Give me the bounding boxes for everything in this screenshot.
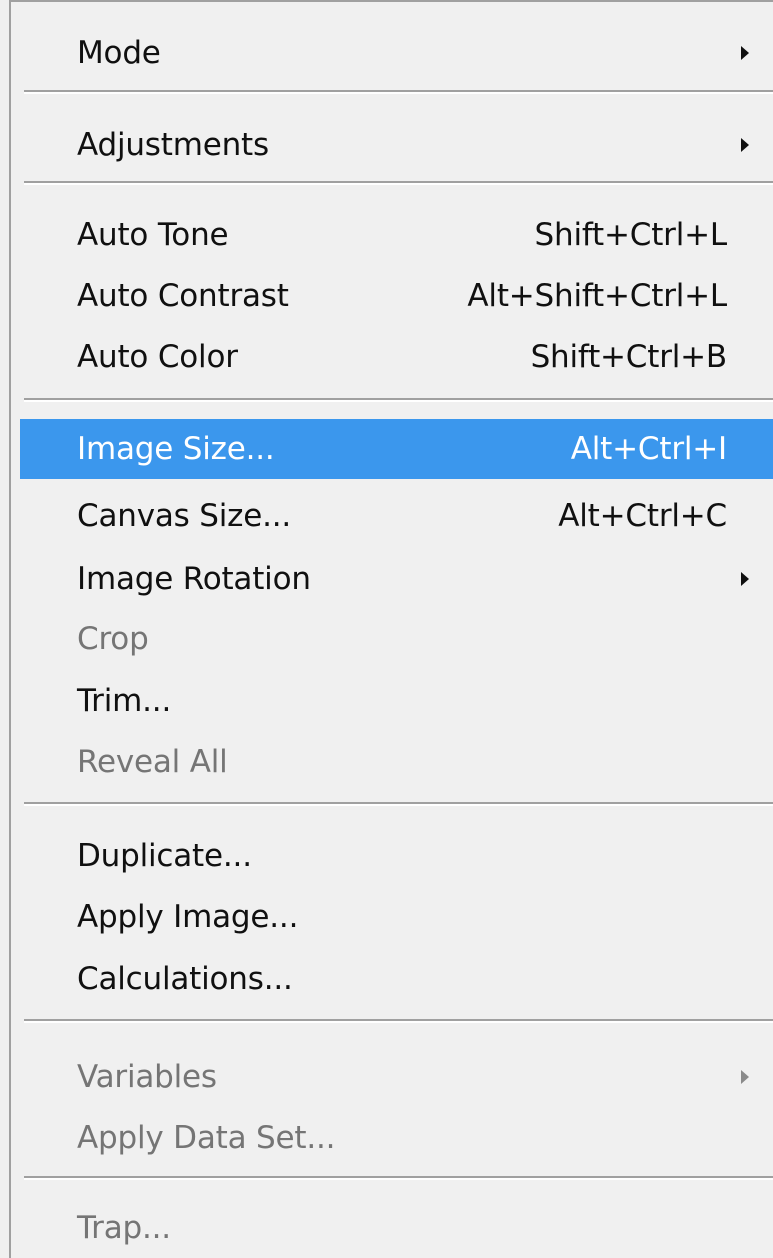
menu-item-trap: Trap... (20, 1198, 773, 1258)
menu-item-shortcut: Alt+Ctrl+I (570, 431, 727, 467)
menu-item-canvas-size[interactable]: Canvas Size... Alt+Ctrl+C (20, 486, 773, 546)
menu-item-adjustments[interactable]: Adjustments (20, 115, 773, 175)
menu-item-auto-tone[interactable]: Auto Tone Shift+Ctrl+L (20, 205, 773, 265)
menu-separator (24, 802, 773, 806)
menu-item-label: Adjustments (77, 127, 269, 163)
menu-separator (24, 1019, 773, 1023)
menu-item-image-rotation[interactable]: Image Rotation (20, 549, 773, 609)
menu-item-shortcut: Shift+Ctrl+B (530, 339, 728, 375)
submenu-arrow-icon (741, 572, 749, 586)
menu-item-auto-contrast[interactable]: Auto Contrast Alt+Shift+Ctrl+L (20, 266, 773, 326)
menu-item-duplicate[interactable]: Duplicate... (20, 826, 773, 886)
menu-separator (24, 90, 773, 94)
menu-item-label: Auto Contrast (77, 278, 289, 314)
menu-item-label: Apply Data Set... (77, 1120, 336, 1156)
menu-item-shortcut: Shift+Ctrl+L (534, 217, 728, 253)
menu-item-trim[interactable]: Trim... (20, 671, 773, 731)
menu-item-label: Mode (77, 35, 161, 71)
menu-item-shortcut: Alt+Shift+Ctrl+L (467, 278, 727, 314)
submenu-arrow-icon (741, 138, 749, 152)
menu-item-variables: Variables (20, 1047, 773, 1107)
menu-item-mode[interactable]: Mode (20, 23, 773, 83)
menu-item-reveal-all: Reveal All (20, 732, 773, 792)
menu-item-apply-image[interactable]: Apply Image... (20, 887, 773, 947)
menu-top-border (0, 0, 773, 2)
menu-item-label: Reveal All (77, 744, 228, 780)
menu-item-label: Image Rotation (77, 561, 311, 597)
menu-item-label: Canvas Size... (77, 498, 292, 534)
menu-item-label: Auto Tone (77, 217, 229, 253)
menu-separator (24, 181, 773, 185)
menu-item-shortcut: Alt+Ctrl+C (558, 498, 727, 534)
menu-item-label: Calculations... (77, 961, 293, 997)
menu-item-calculations[interactable]: Calculations... (20, 949, 773, 1009)
submenu-arrow-icon (741, 46, 749, 60)
menu-item-image-size[interactable]: Image Size... Alt+Ctrl+I (20, 419, 773, 479)
menu-item-label: Variables (77, 1059, 217, 1095)
menu-separator (24, 398, 773, 402)
menu-item-label: Trap... (77, 1210, 171, 1246)
menu-item-label: Apply Image... (77, 899, 299, 935)
image-menu: Mode Adjustments Auto Tone Shift+Ctrl+L … (0, 0, 773, 1258)
menu-item-label: Image Size... (77, 431, 275, 467)
menu-item-label: Duplicate... (77, 838, 252, 874)
menu-item-label: Auto Color (77, 339, 238, 375)
menu-item-label: Trim... (77, 683, 172, 719)
menu-item-label: Crop (77, 621, 149, 657)
menu-item-apply-data-set: Apply Data Set... (20, 1108, 773, 1168)
menu-item-auto-color[interactable]: Auto Color Shift+Ctrl+B (20, 327, 773, 387)
menu-left-border (0, 0, 11, 1258)
submenu-arrow-icon (741, 1070, 749, 1084)
menu-item-crop: Crop (20, 609, 773, 669)
menu-separator (24, 1176, 773, 1180)
